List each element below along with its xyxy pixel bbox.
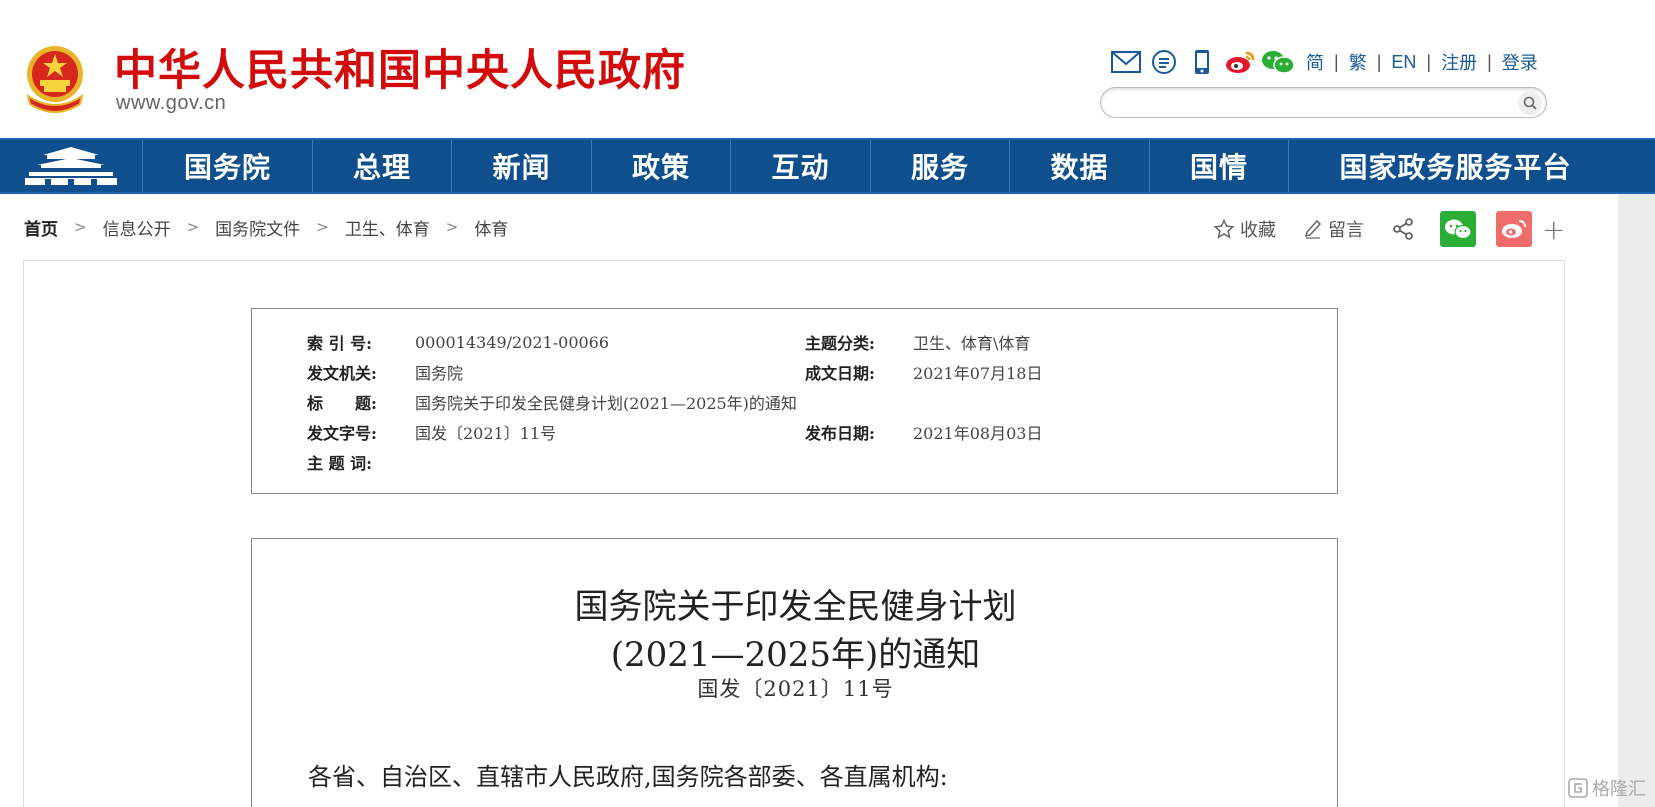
wechat-icon[interactable] [1260, 46, 1296, 78]
info-value: 国务院 [415, 364, 464, 383]
tiananmen-icon [25, 147, 117, 185]
register-link[interactable]: 注册 [1441, 49, 1477, 75]
search-box [1100, 87, 1547, 118]
share-button[interactable] [1392, 218, 1420, 240]
comment-button[interactable]: 留言 [1304, 216, 1364, 242]
favorite-label: 收藏 [1240, 220, 1276, 241]
chevron-right-icon: > [186, 218, 200, 236]
info-label: 主题分类: [805, 334, 875, 353]
share-wechat-button[interactable] [1440, 211, 1476, 247]
breadcrumb-home[interactable]: 首页 [24, 215, 58, 240]
document-number: 国发〔2021〕11号 [697, 677, 894, 701]
national-emblem-icon[interactable] [22, 44, 88, 116]
chevron-right-icon: > [74, 218, 87, 236]
lang-simplified-link[interactable]: 简 [1306, 49, 1324, 75]
nav-item-data[interactable]: 数据 [1010, 140, 1150, 192]
watermark-text: 格隆汇 [1592, 779, 1646, 800]
language-links: 简 | 繁 | EN | 注册 | 登录 [1306, 49, 1538, 75]
info-row-title: 标 题: 国务院关于印发全民健身计划(2021—2025年)的通知 [307, 389, 797, 415]
nav-item-state-council[interactable]: 国务院 [143, 140, 313, 192]
info-value: 国发〔2021〕11号 [415, 424, 557, 443]
info-value: 卫生、体育\体育 [913, 334, 1031, 353]
site-header: 中华人民共和国中央人民政府 www.gov.cn 简 | 繁 | EN | 注册… [0, 0, 1655, 138]
nav-item-premier[interactable]: 总理 [313, 140, 452, 192]
breadcrumb-state-council-docs[interactable]: 国务院文件 [215, 215, 300, 240]
mobile-icon[interactable] [1184, 46, 1220, 78]
info-row-publish-date: 发布日期: 2021年08月03日 [805, 419, 1042, 445]
mail-icon[interactable] [1108, 46, 1144, 78]
share-icon [1393, 218, 1413, 240]
breadcrumb: 首页 > 信息公开 > 国务院文件 > 卫生、体育 > 体育 [24, 214, 508, 240]
wechat-icon [1445, 219, 1472, 240]
search-icon [1523, 96, 1537, 110]
info-value: 国务院关于印发全民健身计划(2021—2025年)的通知 [415, 394, 797, 413]
link-separator: | [1426, 51, 1432, 72]
breadcrumb-sports[interactable]: 体育 [474, 215, 508, 240]
document-title-line2: (2021—2025年)的通知 [610, 635, 981, 675]
chevron-right-icon: > [445, 218, 459, 236]
info-row-keywords: 主 题 词: [307, 449, 415, 475]
weibo-icon[interactable] [1222, 46, 1258, 78]
info-label: 发布日期: [805, 424, 875, 443]
info-row-topic: 主题分类: 卫生、体育\体育 [805, 329, 1030, 355]
document-title-line1: 国务院关于印发全民健身计划 [574, 587, 1017, 627]
info-label: 主 题 词: [307, 454, 373, 473]
nav-item-policy[interactable]: 政策 [592, 140, 731, 192]
document-greeting: 各省、自治区、直辖市人民政府,国务院各部委、各直属机构: [308, 763, 948, 791]
document-info-table: 索 引 号: 000014349/2021-00066 主题分类: 卫生、体育\… [251, 308, 1338, 494]
document-body: 国务院关于印发全民健身计划 (2021—2025年)的通知 国发〔2021〕11… [251, 538, 1338, 807]
info-value: 2021年08月03日 [913, 424, 1043, 443]
info-label: 发文机关: [307, 364, 377, 383]
info-row-doc-number: 发文字号: 国发〔2021〕11号 [307, 419, 556, 445]
info-label: 标 题: [307, 394, 377, 413]
info-label: 发文字号: [307, 424, 377, 443]
info-label: 索 引 号: [307, 334, 373, 353]
info-value: 2021年07月18日 [913, 364, 1043, 383]
favorite-button[interactable]: 收藏 [1214, 216, 1276, 242]
weibo-icon [1502, 220, 1526, 238]
search-input[interactable] [1115, 92, 1495, 114]
page-actions: 收藏 留言 + [1214, 210, 1565, 248]
nav-items: 国务院 总理 新闻 政策 互动 服务 数据 国情 国家政务服务平台 [143, 140, 1622, 192]
nav-home-logo[interactable] [0, 140, 143, 192]
link-separator: | [1376, 51, 1382, 72]
comment-label: 留言 [1328, 220, 1364, 241]
search-button[interactable] [1518, 91, 1542, 115]
nav-item-national-conditions[interactable]: 国情 [1150, 140, 1289, 192]
message-icon[interactable] [1146, 46, 1182, 78]
lang-english-link[interactable]: EN [1391, 52, 1416, 73]
pencil-icon [1304, 219, 1322, 239]
site-domain: www.gov.cn [116, 92, 227, 114]
link-separator: | [1487, 51, 1492, 72]
nav-item-service-platform[interactable]: 国家政务服务平台 [1289, 140, 1622, 192]
star-icon [1214, 219, 1234, 239]
info-row-index: 索 引 号: 000014349/2021-00066 [307, 329, 609, 355]
watermark: 格隆汇 [1568, 775, 1646, 801]
lang-traditional-link[interactable]: 繁 [1349, 49, 1367, 75]
info-value: 000014349/2021-00066 [415, 332, 610, 352]
nav-item-interaction[interactable]: 互动 [731, 140, 871, 192]
info-label: 成文日期: [805, 364, 875, 383]
link-separator: | [1334, 51, 1339, 72]
info-row-issuer: 发文机关: 国务院 [307, 359, 463, 385]
gelonghui-logo-icon [1568, 778, 1588, 798]
page-gutter [1618, 194, 1655, 807]
more-share-button[interactable]: + [1542, 213, 1565, 246]
breadcrumb-info-disclosure[interactable]: 信息公开 [103, 215, 171, 240]
nav-item-news[interactable]: 新闻 [452, 140, 592, 192]
top-tools: 简 | 繁 | EN | 注册 | 登录 [1108, 44, 1538, 80]
site-title[interactable]: 中华人民共和国中央人民政府 [114, 36, 686, 98]
breadcrumb-health-sports[interactable]: 卫生、体育 [345, 215, 430, 240]
main-nav: 国务院 总理 新闻 政策 互动 服务 数据 国情 国家政务服务平台 [0, 138, 1655, 194]
share-weibo-button[interactable] [1496, 211, 1532, 247]
info-row-written-date: 成文日期: 2021年07月18日 [805, 359, 1042, 385]
chevron-right-icon: > [316, 218, 329, 236]
nav-item-services[interactable]: 服务 [871, 140, 1010, 192]
login-link[interactable]: 登录 [1502, 49, 1538, 75]
